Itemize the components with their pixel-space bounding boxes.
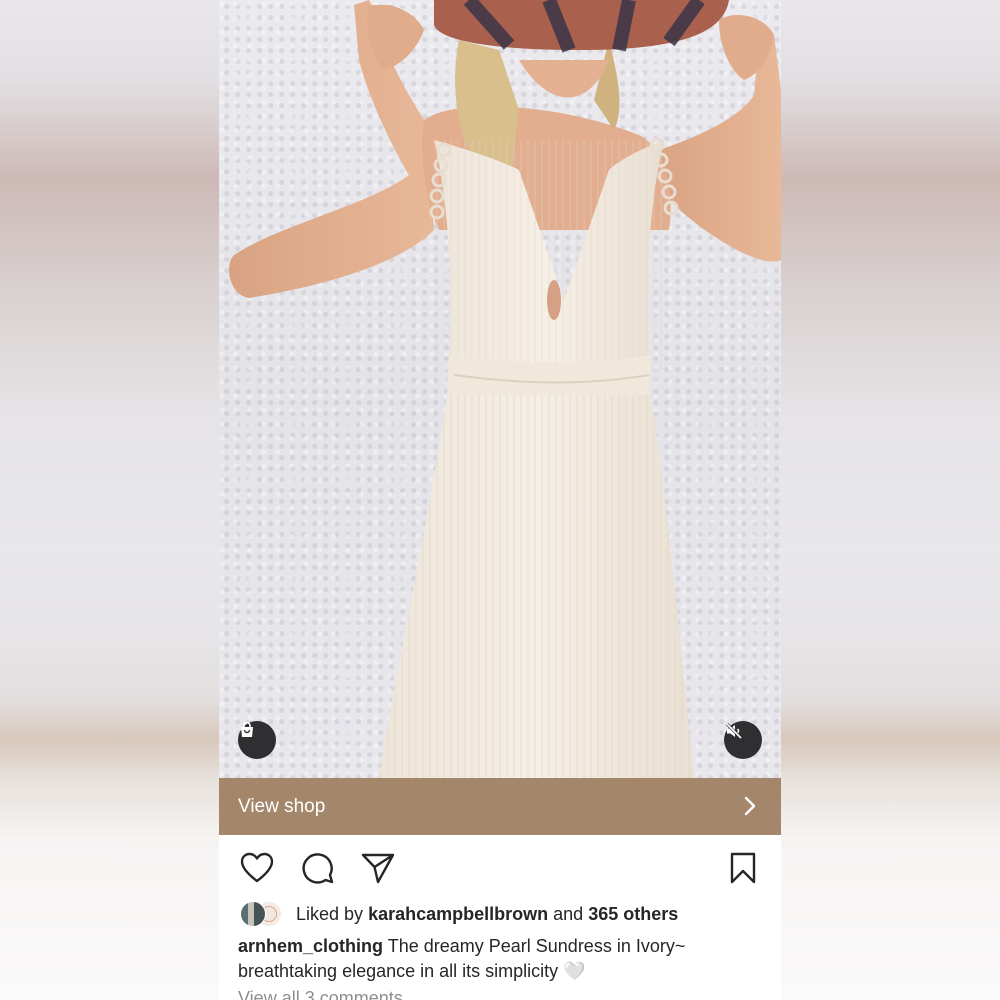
mute-toggle-button[interactable] — [724, 721, 762, 759]
likes-joiner: and — [553, 903, 584, 924]
shop-tag-button[interactable] — [238, 721, 276, 759]
view-all-comments-link[interactable]: View all 3 comments — [238, 988, 403, 1000]
avatar — [240, 901, 266, 927]
post-photo[interactable] — [219, 0, 781, 778]
photo-illustration — [229, 0, 781, 778]
heart-icon — [240, 852, 274, 883]
likes-prefix: Liked by — [296, 903, 364, 924]
liker-username[interactable]: karahcampbellbrown — [368, 904, 548, 925]
chevron-right-icon — [744, 796, 756, 816]
shopping-bag-icon — [241, 721, 253, 737]
post-actions-row — [219, 835, 781, 899]
instagram-post: View shop Liked by karahcampbellbrown an… — [219, 0, 781, 1000]
blurred-background-right — [781, 0, 1000, 1000]
bookmark-icon — [730, 852, 756, 884]
comment-button[interactable] — [300, 850, 336, 886]
likes-summary[interactable]: Liked by karahcampbellbrown and 365 othe… — [238, 900, 678, 928]
view-shop-label: View shop — [238, 795, 326, 817]
liker-avatars — [238, 901, 284, 927]
view-shop-bar[interactable]: View shop — [219, 778, 781, 835]
speaker-muted-icon — [725, 722, 743, 740]
share-button[interactable] — [360, 850, 396, 886]
like-button[interactable] — [239, 850, 275, 886]
save-button[interactable] — [725, 850, 761, 886]
comment-bubble-icon — [302, 853, 334, 884]
likes-others-count[interactable]: 365 others — [588, 904, 678, 925]
paper-plane-icon — [361, 853, 395, 884]
post-caption: arnhem_clothing The dreamy Pearl Sundres… — [238, 934, 758, 984]
caption-username[interactable]: arnhem_clothing — [238, 936, 383, 956]
blurred-background-left — [0, 0, 219, 1000]
